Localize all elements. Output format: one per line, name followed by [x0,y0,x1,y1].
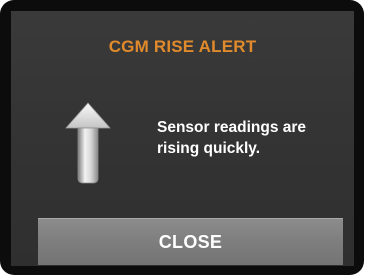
alert-title: CGM RISE ALERT [108,37,257,56]
close-button-label: CLOSE [158,231,223,252]
alert-message-line-2: rising quickly. [157,140,261,157]
alert-message: Sensor readings are rising quickly. [157,117,347,159]
alert-message-line-1: Sensor readings are [157,119,307,136]
up-arrow-icon [65,102,111,184]
device-frame: CGM RISE ALERT Sensor readings are risin… [0,0,364,275]
alert-screen: CGM RISE ALERT Sensor readings are risin… [11,11,354,266]
close-button[interactable]: CLOSE [38,218,343,265]
